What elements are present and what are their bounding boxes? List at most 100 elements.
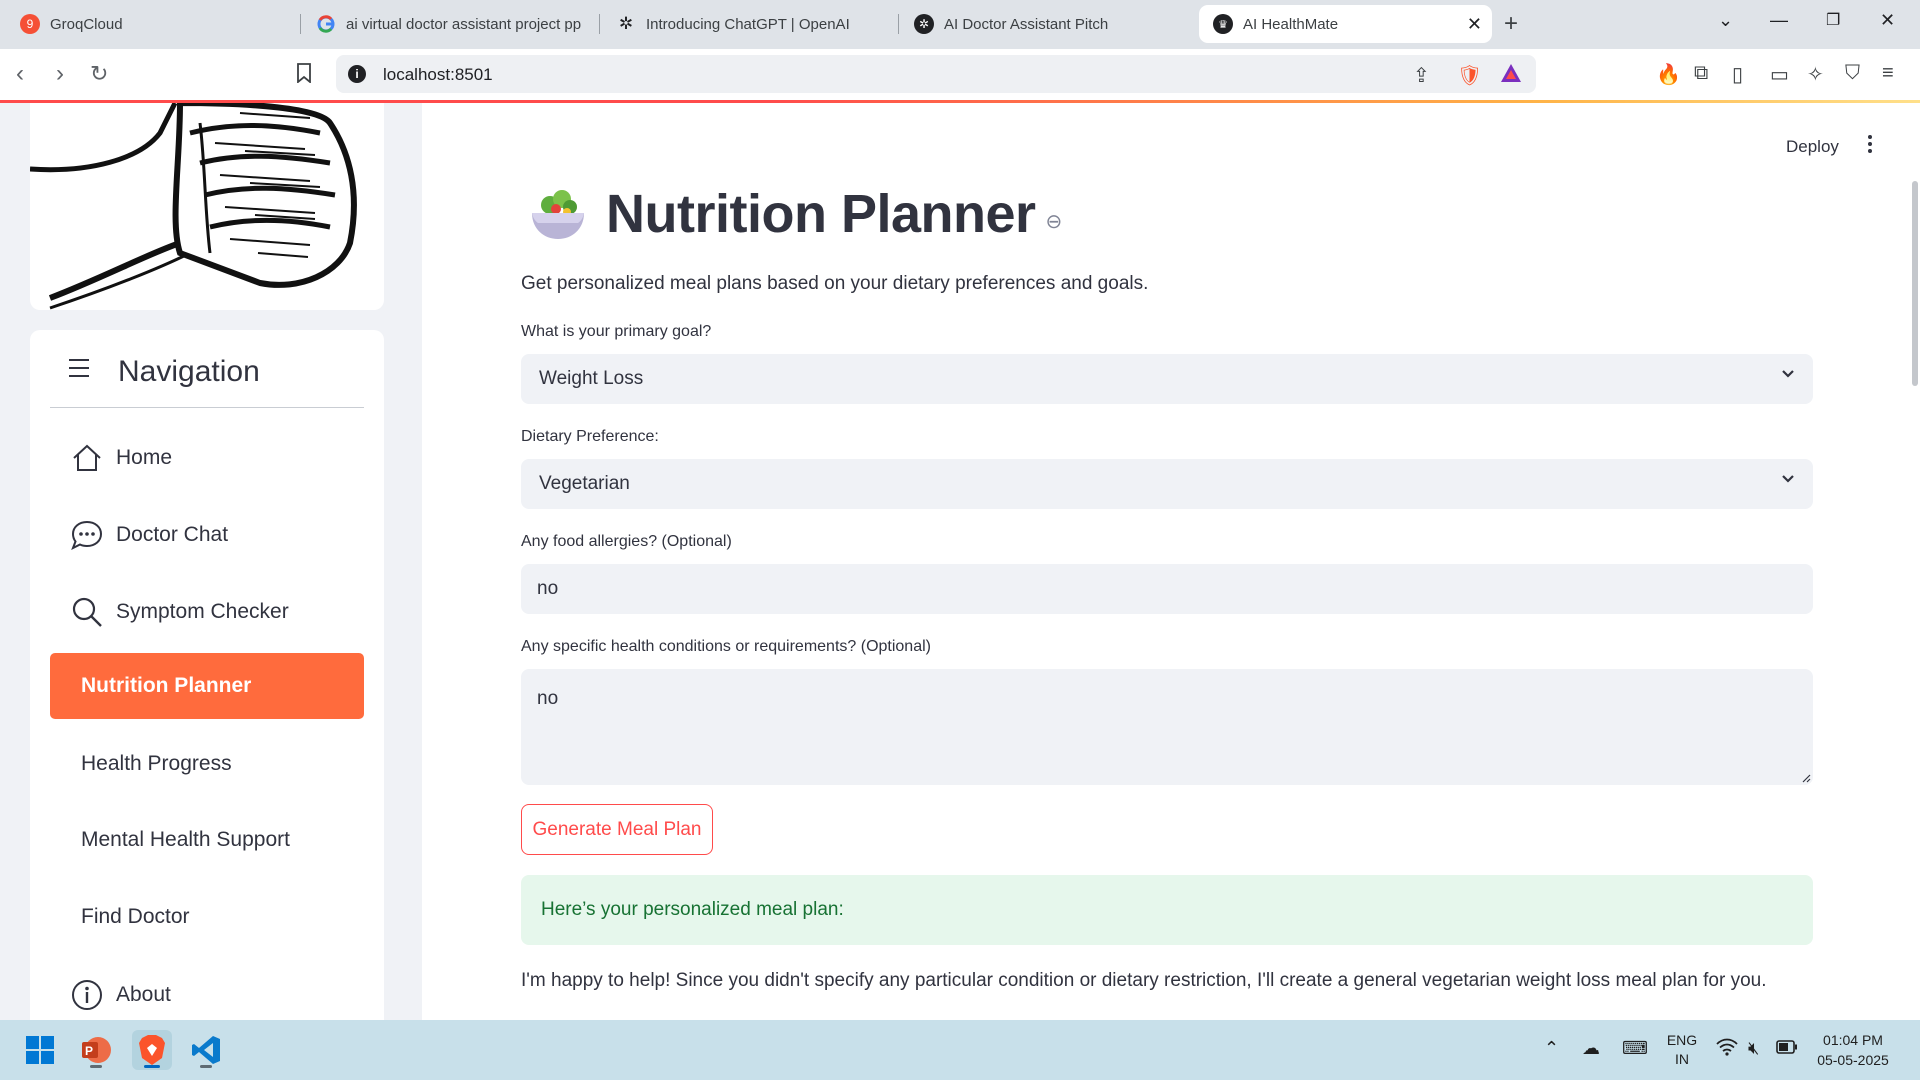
battery-icon[interactable]	[1776, 1038, 1798, 1059]
forward-icon[interactable]: ›	[56, 60, 64, 88]
tab-divider	[300, 14, 301, 34]
nav-item-home[interactable]: Home	[50, 425, 364, 491]
nav-item-doctor-chat[interactable]: Doctor Chat	[50, 502, 364, 568]
diet-select[interactable]: Vegetarian	[521, 459, 1813, 509]
wallet-icon[interactable]: ▭	[1770, 62, 1789, 87]
input-language-indicator[interactable]: ENG IN	[1664, 1031, 1700, 1069]
chatgpt-icon: ✲	[914, 14, 934, 34]
streamlit-crown-icon: ♛	[1213, 14, 1233, 34]
diet-label: Dietary Preference:	[521, 428, 659, 445]
browser-tab-strip: 9 GroqCloud ai virtual doctor assistant …	[0, 0, 1920, 49]
allergies-input[interactable]: no	[521, 564, 1813, 614]
nav-item-nutrition-planner[interactable]: Nutrition Planner	[50, 653, 364, 719]
tab-divider	[599, 14, 600, 34]
brave-rewards-icon[interactable]	[1500, 63, 1522, 89]
tab-openai[interactable]: ✲ Introducing ChatGPT | OpenAI	[602, 5, 900, 43]
vpn-shield-icon[interactable]: ⛉	[1845, 62, 1860, 85]
close-tab-icon[interactable]: ✕	[1467, 14, 1482, 35]
main-content: Deploy Nutrition Planner ⊖ Get personali…	[422, 103, 1920, 1020]
tab-ai-doctor-pitch[interactable]: ✲ AI Doctor Assistant Pitch	[900, 5, 1196, 43]
address-bar[interactable]: i localhost:8501 ⇪ 🛡	[336, 55, 1536, 93]
nav-item-label: Find Doctor	[81, 905, 190, 928]
extensions-puzzle-icon[interactable]: ⧉	[1694, 62, 1708, 85]
brave-browser-icon[interactable]	[132, 1030, 172, 1070]
region-code: IN	[1675, 1051, 1689, 1067]
powerpoint-icon[interactable]: P	[76, 1030, 116, 1070]
tab-groqcloud[interactable]: 9 GroqCloud	[6, 5, 296, 43]
anchor-link-icon[interactable]: ⊖	[1046, 209, 1063, 234]
touch-keyboard-icon[interactable]: ⌨	[1622, 1038, 1648, 1059]
page-title: Nutrition Planner	[606, 184, 1036, 244]
sidebar-logo	[30, 103, 384, 310]
close-window-icon[interactable]: ✕	[1880, 10, 1895, 31]
nav-item-mental-health-support[interactable]: Mental Health Support	[50, 807, 364, 873]
extension-flame-icon[interactable]: 🔥	[1656, 62, 1681, 87]
allergies-input-value: no	[537, 578, 559, 599]
house-icon	[70, 441, 104, 475]
tab-title: ai virtual doctor assistant project pp	[346, 15, 582, 33]
reload-icon[interactable]: ↻	[90, 61, 108, 87]
goal-select[interactable]: Weight Loss	[521, 354, 1813, 404]
page-description: Get personalized meal plans based on you…	[521, 273, 1149, 294]
goal-select-value: Weight Loss	[539, 368, 644, 389]
nav-item-label: Symptom Checker	[116, 600, 289, 623]
salad-bowl-icon	[532, 190, 584, 239]
tab-search-chevron-icon[interactable]: ⌄	[1718, 10, 1733, 31]
openai-icon: ✲	[618, 14, 634, 33]
info-icon	[70, 978, 104, 1012]
tab-title: Introducing ChatGPT | OpenAI	[646, 15, 850, 33]
windows-start-icon[interactable]	[20, 1030, 60, 1070]
navigation-title: Navigation	[118, 355, 260, 388]
clock-time: 01:04 PM	[1823, 1032, 1883, 1048]
restore-icon[interactable]: ❐	[1826, 10, 1840, 30]
success-alert: Here’s your personalized meal plan:	[521, 875, 1813, 945]
leo-ai-icon[interactable]: ✧	[1807, 62, 1824, 87]
browser-toolbar: ‹ › ↻ i localhost:8501 ⇪ 🛡 🔥 ⧉ ▯ ▭ ✧ ⛉ ≡	[0, 49, 1920, 101]
nav-item-find-doctor[interactable]: Find Doctor	[50, 884, 364, 950]
google-icon	[316, 14, 336, 34]
conditions-textarea[interactable]: no	[521, 669, 1813, 785]
clock[interactable]: 01:04 PM 05-05-2025	[1808, 1030, 1898, 1070]
page-scrollbar[interactable]	[1912, 181, 1918, 386]
tab-title: GroqCloud	[50, 15, 123, 33]
bookmark-icon[interactable]	[296, 62, 312, 90]
sidebar-toggle-icon[interactable]: ▯	[1732, 62, 1743, 87]
share-icon[interactable]: ⇪	[1413, 63, 1430, 88]
brave-shields-icon[interactable]: 🛡	[1457, 63, 1482, 88]
deploy-button[interactable]: Deploy	[1786, 137, 1839, 157]
language-code: ENG	[1666, 1032, 1698, 1048]
vscode-icon[interactable]	[186, 1030, 226, 1070]
nav-item-about[interactable]: About	[50, 962, 364, 1020]
nav-item-label: Health Progress	[81, 752, 232, 775]
meal-plan-response: I'm happy to help! Since you didn't spec…	[521, 970, 1767, 991]
generate-meal-plan-button[interactable]: Generate Meal Plan	[521, 804, 713, 855]
url-text[interactable]: localhost:8501	[383, 65, 493, 85]
volume-muted-icon[interactable]: 🔇︎	[1748, 1038, 1759, 1059]
menu-icon[interactable]: ≡	[1882, 62, 1894, 85]
tab-ai-healthmate[interactable]: ♛ AI HealthMate ✕	[1199, 5, 1492, 43]
new-tab-icon[interactable]: +	[1504, 10, 1518, 38]
navigation-header: Navigation	[50, 330, 364, 408]
app-running-indicator	[200, 1065, 212, 1068]
nav-item-symptom-checker[interactable]: Symptom Checker	[50, 579, 364, 645]
hamburger-icon	[69, 359, 89, 383]
site-info-icon[interactable]: i	[348, 65, 366, 83]
app-running-indicator	[90, 1065, 102, 1068]
resize-grip-icon[interactable]	[1801, 773, 1811, 783]
diet-select-value: Vegetarian	[539, 473, 630, 494]
app-active-indicator	[144, 1065, 160, 1068]
page-header: Nutrition Planner ⊖	[528, 183, 1062, 245]
nav-item-health-progress[interactable]: Health Progress	[50, 731, 364, 797]
tab-divider	[898, 14, 899, 34]
nav-item-label: Home	[116, 446, 173, 469]
show-hidden-icons-chevron-icon[interactable]: ⌃	[1544, 1038, 1559, 1059]
wifi-icon[interactable]	[1716, 1038, 1738, 1061]
nav-item-label: Nutrition Planner	[81, 674, 252, 697]
back-icon[interactable]: ‹	[16, 60, 24, 88]
chevron-down-icon	[1782, 475, 1794, 483]
main-menu-icon[interactable]	[1868, 135, 1874, 156]
nav-item-label: Doctor Chat	[116, 523, 229, 546]
tab-google-search[interactable]: ai virtual doctor assistant project pp	[302, 5, 602, 43]
onedrive-sync-icon[interactable]: ☁	[1582, 1038, 1600, 1059]
minimize-icon[interactable]: —	[1770, 10, 1788, 31]
